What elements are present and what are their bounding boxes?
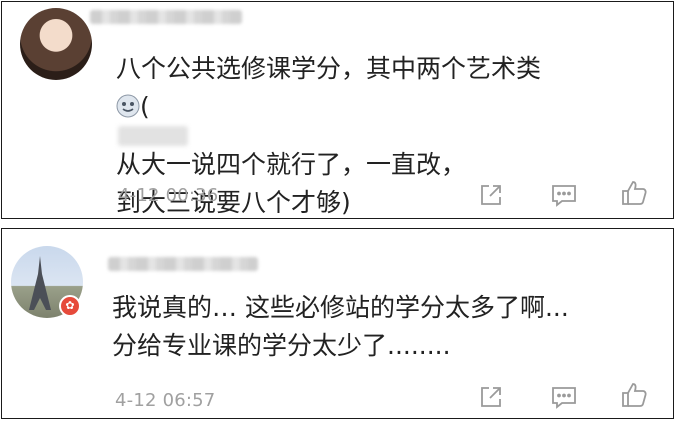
- like-button[interactable]: [619, 380, 649, 410]
- verified-badge-icon: ✿: [59, 295, 81, 317]
- avatar[interactable]: [20, 8, 92, 80]
- comment-line: ( 从大一说四个就行了，一直改，: [116, 88, 666, 184]
- timestamp: 4-12 00:36: [118, 185, 219, 206]
- comment-text: 我说真的… 这些必修站的学分太多了啊... 分给专业课的学分太少了.......…: [112, 289, 662, 365]
- like-button[interactable]: [619, 178, 649, 208]
- reply-button[interactable]: [549, 180, 579, 210]
- username-redacted[interactable]: [108, 257, 258, 271]
- comment-card: ✿ 我说真的… 这些必修站的学分太多了啊... 分给专业课的学分太少了.....…: [1, 228, 674, 419]
- share-icon: [481, 185, 501, 205]
- comment-line: 我说真的… 这些必修站的学分太多了啊...: [112, 293, 569, 322]
- line-text: 从大一说四个就行了，一直改，: [116, 150, 467, 179]
- comment-line: 八个公共选修课学分，其中两个艺术类: [116, 54, 542, 83]
- eiffel-tower-image: [29, 256, 51, 310]
- share-button[interactable]: [476, 180, 506, 210]
- share-icon: [481, 387, 501, 407]
- line-prefix: (: [140, 92, 150, 121]
- comment-line: 分给专业课的学分太少了........: [112, 331, 451, 360]
- thumbs-up-icon: [622, 181, 647, 205]
- comment-card: 八个公共选修课学分，其中两个艺术类 (从大一说四个就行了，一直改， 到大三说要八…: [1, 1, 674, 219]
- share-button[interactable]: [476, 382, 506, 412]
- timestamp: 4-12 06:57: [115, 390, 216, 411]
- username-redacted[interactable]: [90, 10, 242, 24]
- comment-icon: [552, 387, 576, 409]
- thumbs-up-icon: [622, 383, 647, 407]
- emoji-icon: [116, 94, 140, 118]
- comment-icon: [552, 185, 576, 207]
- reply-button[interactable]: [549, 382, 579, 412]
- redacted-text: [118, 126, 188, 146]
